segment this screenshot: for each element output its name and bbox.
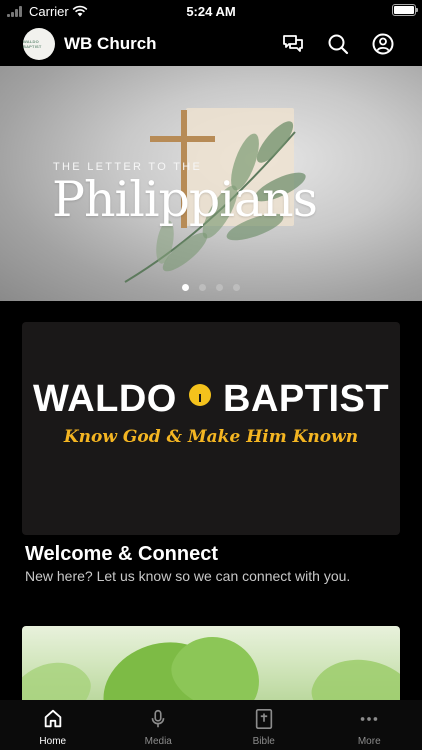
tab-media[interactable]: Media: [106, 700, 212, 750]
brand-wordmark: WALDO BAPTIST: [22, 378, 400, 421]
tab-more[interactable]: More: [317, 700, 422, 750]
clock: 5:24 AM: [186, 4, 236, 19]
tab-label: More: [357, 736, 381, 747]
tab-label: Bible: [252, 736, 275, 747]
carousel-dots: [0, 284, 422, 291]
brand-word-right: BAPTIST: [223, 378, 390, 420]
hero-banner[interactable]: THE LETTER TO THE Philippians: [0, 66, 422, 301]
hero-title: Philippians: [52, 171, 318, 228]
next-card-image[interactable]: [22, 626, 400, 706]
bottom-tab-bar: Home Media Bible More: [0, 700, 422, 750]
leaf-graphic: [22, 647, 101, 706]
avatar-logo-text: WALDO BAPTIST: [23, 39, 42, 49]
church-logo-avatar[interactable]: WALDO BAPTIST: [23, 28, 55, 60]
microphone-icon: [151, 709, 165, 728]
chat-bubbles-icon[interactable]: [281, 32, 305, 56]
tree-icon: [188, 384, 211, 406]
welcome-card-subtitle: New here? Let us know so we can connect …: [25, 568, 351, 584]
tab-label: Media: [144, 736, 172, 747]
home-icon: [44, 709, 61, 728]
tab-bible[interactable]: Bible: [211, 700, 317, 750]
app-header: WALDO BAPTIST WB Church: [0, 24, 422, 66]
brand-word-left: WALDO: [32, 378, 177, 420]
bible-icon: [255, 709, 272, 729]
app-title: WB Church: [64, 34, 157, 53]
welcome-card-title[interactable]: Welcome & Connect: [25, 543, 218, 566]
profile-icon[interactable]: [371, 32, 395, 56]
carousel-dot[interactable]: [199, 284, 206, 291]
carousel-dot[interactable]: [233, 284, 240, 291]
battery-icon: [392, 4, 418, 16]
more-dots-icon: [361, 717, 378, 721]
leaf-graphic: [304, 647, 400, 706]
brand-tagline: Know God & Make Him Known: [63, 427, 359, 447]
status-bar: Carrier 5:24 AM: [0, 0, 422, 24]
carousel-dot[interactable]: [182, 284, 189, 291]
search-icon[interactable]: [326, 32, 350, 56]
tab-label: Home: [39, 736, 67, 747]
tab-home[interactable]: Home: [0, 700, 106, 750]
carousel-dot[interactable]: [216, 284, 223, 291]
welcome-card-image[interactable]: WALDO BAPTIST Know God & Make Him Known: [22, 322, 400, 535]
